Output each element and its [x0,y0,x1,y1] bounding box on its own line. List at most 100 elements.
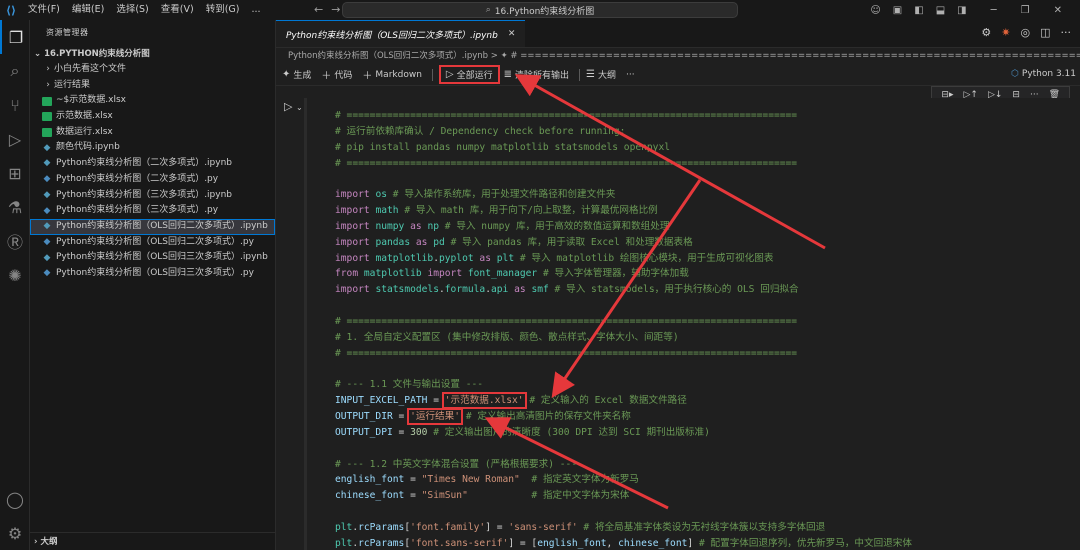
code-line[interactable]: INPUT_EXCEL_PATH = '示范数据.xlsx' # 定义输入的 E… [335,392,912,410]
code-line[interactable]: plt.rcParams['font.sans-serif'] = [engli… [335,536,912,550]
generate-button[interactable]: ✦ 生成 [282,68,311,81]
tab-notebook[interactable]: Python约束线分析图（OLS回归二次多项式）.ipynb ✕ [276,20,526,47]
code-line[interactable]: chinese_font = "SimSun" # 指定中文字体为宋体 [335,488,912,504]
back-icon[interactable]: ← [314,3,331,16]
code-line[interactable]: # 运行前依赖库确认 / Dependency check before run… [335,124,912,140]
generate-label: 生成 [293,71,312,81]
tree-file[interactable]: ~$示范数据.xlsx [30,93,275,109]
code-line[interactable] [335,171,912,187]
code-line[interactable]: import numpy as np # 导入 numpy 库，用于高效的数值运… [335,219,912,235]
code-editor[interactable]: # ======================================… [335,108,912,550]
tree-file[interactable]: 示范数据.xlsx [30,109,275,125]
code-line[interactable]: import pandas as pd # 导入 pandas 库，用于读取 E… [335,235,912,251]
code-line[interactable] [335,504,912,520]
code-line[interactable]: # ======================================… [335,314,912,330]
extensions-icon[interactable]: ⊞ [0,156,30,190]
chatgpt-icon[interactable]: ✺ [0,258,30,292]
menu-more[interactable]: ... [245,0,266,20]
code-line[interactable] [335,362,912,378]
menu-file[interactable]: 文件(F) [22,0,66,20]
breadcrumb[interactable]: Python约束线分析图（OLS回归二次多项式）.ipynb > ✦ # ===… [276,48,1080,64]
code-line[interactable]: english_font = "Times New Roman" # 指定英文字… [335,472,912,488]
code-line[interactable] [335,298,912,314]
close-window-icon[interactable]: ✕ [1054,5,1062,16]
source-control-icon[interactable]: ⑂ [0,88,30,122]
toolbar-divider [579,68,581,81]
python-file-icon: ◆ [43,205,51,216]
run-all-button[interactable]: ▷ 全部运行 [438,65,500,84]
outline-button[interactable]: ☰ 大纲 [586,68,616,81]
layout-panel-icon[interactable]: ▣ [893,5,902,16]
toggle-sidebar-icon[interactable]: ◧ [914,5,923,16]
add-markdown-button[interactable]: ＋ Markdown [362,67,421,83]
code-line[interactable]: # --- 1.1 文件与输出设置 --- [335,377,912,393]
split-editor-icon[interactable]: ◫ [1040,26,1050,39]
code-line[interactable]: import os # 导入操作系统库，用于处理文件路径和创建文件夹 [335,187,912,203]
explorer-icon[interactable]: ❐ [0,20,30,54]
run-kernel-icon[interactable]: ◎ [1020,26,1030,39]
tree-item-label: Python约束线分析图（三次多项式）.py [56,205,219,216]
code-line[interactable]: # 1. 全局自定义配置区 (集中修改排版、颜色、散点样式、字体大小、间距等) [335,330,912,346]
menu-edit[interactable]: 编辑(E) [66,0,110,20]
run-cell-button[interactable]: ▷ ⌄ [284,100,303,113]
menu-view[interactable]: 查看(V) [155,0,200,20]
tree-file[interactable]: ◆ Python约束线分析图（三次多项式）.ipynb [30,188,275,204]
search-view-icon[interactable]: ⌕ [0,54,30,88]
copilot-icon[interactable]: ☺ [870,5,880,16]
excel-file-icon [42,96,52,106]
code-line[interactable]: import statsmodels.formula.api as smf # … [335,282,912,298]
code-line[interactable]: import matplotlib.pyplot as plt # 导入 mat… [335,251,912,267]
toolbar-more-button[interactable]: ··· [626,70,635,80]
chevron-right-icon[interactable]: › [42,62,54,78]
tree-file[interactable]: ◆ Python约束线分析图（二次多项式）.ipynb [30,156,275,172]
tree-folder[interactable]: › 小白先看这个文件 [30,62,275,78]
tree-file[interactable]: ◆ Python约束线分析图（二次多项式）.py [30,172,275,188]
tree-file[interactable]: ◆ Python约束线分析图（OLS回归三次多项式）.py [30,266,275,282]
close-icon[interactable]: ✕ [508,29,516,39]
add-code-button[interactable]: ＋代码 [321,67,352,82]
more-actions-icon[interactable]: ··· [1061,26,1072,39]
menu-go[interactable]: 转到(G) [200,0,246,20]
tree-file[interactable]: 数据运行.xlsx [30,125,275,141]
sparkle-icon[interactable]: ✷ [1001,26,1010,39]
chevron-right-icon[interactable]: › [42,78,54,94]
code-line[interactable]: OUTPUT_DIR = '运行结果' # 定义输出高清图片的保存文件夹名称 [335,408,912,426]
kernel-picker[interactable]: ⬡ Python 3.11 [1011,69,1076,79]
tree-file[interactable]: ◆ 颜色代码.ipynb [30,140,275,156]
workspace-folder[interactable]: ⌄ 16.PYTHON约束线分析图 [30,46,275,62]
minimize-icon[interactable]: ─ [991,5,997,16]
code-line[interactable]: import math # 导入 math 库，用于向下/向上取整，计算最优网格… [335,203,912,219]
code-line[interactable]: # ======================================… [335,156,912,172]
toggle-panel-icon[interactable]: ⬓ [936,5,945,16]
code-line[interactable]: # --- 1.2 中英文字体混合设置 (严格根据要求) --- [335,457,912,473]
activity-bottom: ◯ ⚙ [0,482,30,550]
run-all-label: 全部运行 [456,71,493,81]
code-line[interactable]: # pip install pandas numpy matplotlib st… [335,140,912,156]
settings-gear-icon[interactable]: ⚙ [981,26,991,39]
code-cell[interactable]: # ======================================… [304,98,1074,550]
tree-folder[interactable]: › 运行结果 [30,78,275,94]
account-icon[interactable]: ◯ [0,482,30,516]
r-extension-icon[interactable]: Ⓡ [0,224,30,258]
outline-section[interactable]: › 大纲 [30,532,276,550]
code-line[interactable]: # ======================================… [335,346,912,362]
code-line[interactable]: OUTPUT_DPI = 300 # 定义输出图片的清晰度 (300 DPI 达… [335,425,912,441]
run-debug-icon[interactable]: ▷ [0,122,30,156]
manage-gear-icon[interactable]: ⚙ [0,516,30,550]
tree-file[interactable]: ◆ Python约束线分析图（三次多项式）.py [30,203,275,219]
clear-outputs-button[interactable]: ≣ 清除所有输出 [504,68,569,81]
toggle-secondary-icon[interactable]: ◨ [957,5,966,16]
code-line[interactable]: # ======================================… [335,108,912,124]
tree-item-label: 小白先看这个文件 [54,64,127,74]
code-line[interactable]: from matplotlib import font_manager # 导入… [335,266,912,282]
code-line[interactable]: plt.rcParams['font.family'] = 'sans-seri… [335,520,912,536]
menu-selection[interactable]: 选择(S) [110,0,154,20]
tree-file[interactable]: ◆ Python约束线分析图（OLS回归二次多项式）.py [30,235,275,251]
tree-file[interactable]: ◆ Python约束线分析图（OLS回归三次多项式）.ipynb [30,250,275,266]
code-line[interactable] [335,441,912,457]
testing-icon[interactable]: ⚗ [0,190,30,224]
command-center-search[interactable]: ⌕ 16.Python约束线分析图 [342,2,738,18]
tree-file[interactable]: ◆ Python约束线分析图（OLS回归二次多项式）.ipynb [30,218,275,235]
restore-icon[interactable]: ❐ [1021,5,1030,16]
python-icon: ⬡ [1011,69,1022,79]
